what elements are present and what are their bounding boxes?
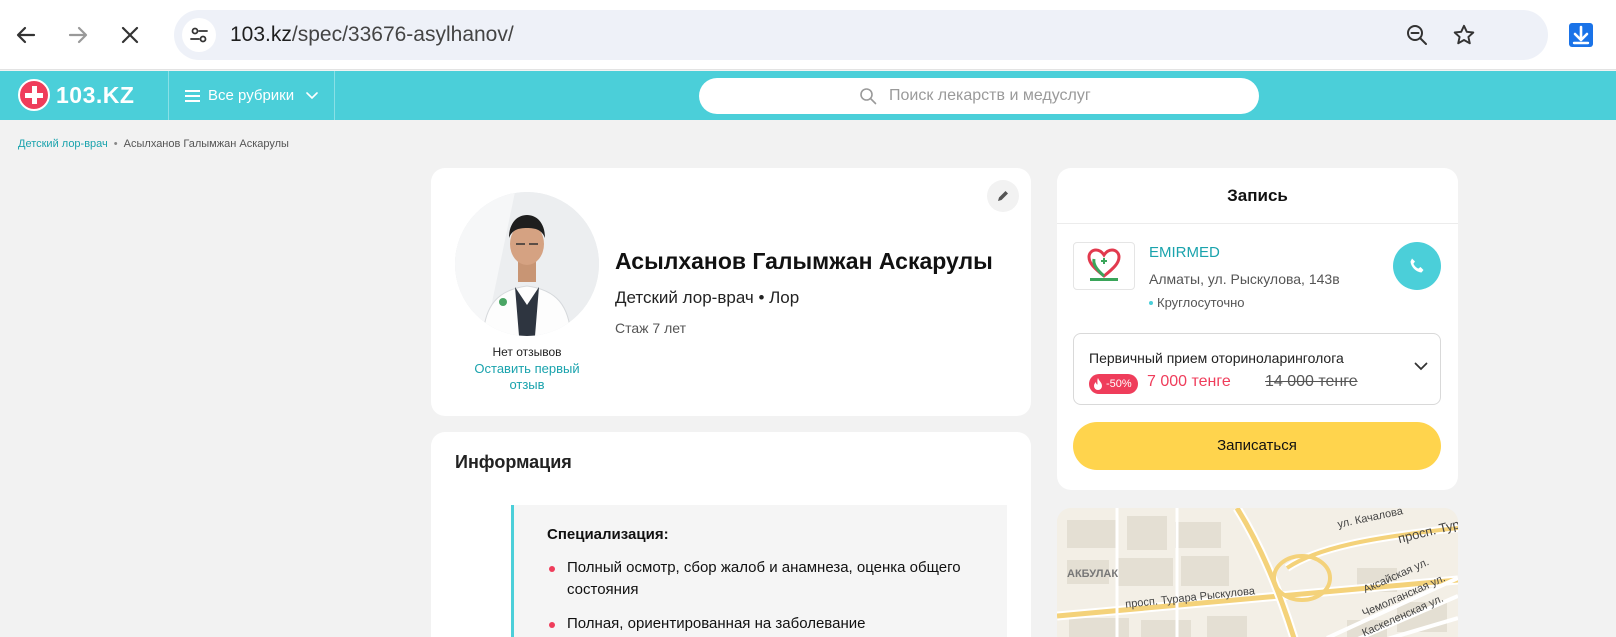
search-input[interactable]: Поиск лекарств и медуслуг [699, 78, 1259, 114]
price-new: 7 000 тенге [1147, 373, 1231, 390]
list-item: Полная, ориентированная на заболевание [547, 613, 987, 635]
doctor-profile-card: Асылханов Галымжан Аскарулы Детский лор-… [431, 168, 1031, 416]
discount-badge: -50% [1089, 374, 1138, 394]
service-name: Первичный прием оториноларинголога [1089, 350, 1344, 366]
doctor-specialty: Детский лор-врач • Лор [615, 288, 800, 307]
booking-card: Запись EMIRMED Алматы, ул. Рыскулова, 14… [1057, 168, 1458, 490]
edit-button[interactable] [987, 180, 1019, 212]
rubrics-label: Все рубрики [208, 87, 295, 104]
doctor-avatar [455, 192, 599, 336]
clinic-name-link[interactable]: EMIRMED [1149, 244, 1220, 261]
forward-button[interactable] [60, 17, 96, 53]
search-placeholder: Поиск лекарств и медуслуг [889, 87, 1091, 104]
breadcrumb-separator: • [113, 138, 118, 150]
discount-text: -50% [1106, 378, 1132, 390]
star-icon [1453, 24, 1475, 45]
tune-icon [190, 27, 208, 43]
doctor-name: Асылханов Галымжан Аскарулы [615, 248, 993, 274]
chevron-down-icon [1414, 362, 1428, 371]
breadcrumb-current: Асылханов Галымжан Аскарулы [123, 138, 289, 150]
doctor-experience: Стаж 7 лет [615, 320, 686, 336]
specialization-heading: Специализация: [547, 526, 669, 543]
information-card: Информация Специализация: Полный осмотр,… [431, 432, 1031, 637]
clinic-logo[interactable] [1073, 242, 1135, 290]
search-icon [860, 88, 877, 105]
site-info-button[interactable] [182, 18, 216, 52]
forward-arrow-icon [68, 26, 88, 44]
breadcrumb-link-specialty[interactable]: Детский лор-врач [18, 138, 108, 150]
url-host: 103.kz [230, 23, 292, 46]
all-rubrics-menu[interactable]: Все рубрики [168, 71, 335, 120]
zoom-out-icon [1407, 25, 1427, 45]
list-item: Полный осмотр, сбор жалоб и анамнеза, оц… [547, 557, 987, 601]
breadcrumb: Детский лор-врач • Асылханов Галымжан Аска… [18, 138, 289, 150]
clinic-map[interactable]: ул. Качалова просп. Турар АКБУЛАК просп.… [1057, 508, 1458, 637]
pencil-icon [998, 191, 1008, 201]
reviews-status: Нет отзывов [492, 345, 562, 359]
clinic-address: Алматы, ул. Рыскулова, 143в [1149, 271, 1340, 287]
browser-toolbar: 103.kz/spec/33676-asylhanov/ [0, 0, 1616, 70]
leave-review-link[interactable]: Оставить первый отзыв [461, 361, 593, 393]
logo-text: 103.KZ [56, 81, 135, 108]
site-header: 103.KZ Все рубрики Поиск лекарств и меду… [0, 71, 1616, 120]
bookmark-button[interactable] [1451, 22, 1477, 48]
book-appointment-button[interactable]: Записаться [1073, 422, 1441, 470]
menu-icon [185, 89, 200, 102]
download-icon [1569, 23, 1593, 47]
service-select[interactable]: Первичный прием оториноларинголога -50% … [1073, 333, 1441, 405]
back-button[interactable] [8, 17, 44, 53]
flame-icon [1094, 377, 1102, 390]
site-logo[interactable]: 103.KZ [18, 79, 134, 111]
information-title: Информация [455, 452, 572, 472]
download-button[interactable] [1566, 20, 1596, 50]
url-text: 103.kz/spec/33676-asylhanov/ [230, 23, 514, 47]
url-path: /spec/33676-asylhanov/ [291, 23, 514, 46]
back-arrow-icon [16, 26, 36, 44]
heart-logo-icon [1087, 248, 1121, 281]
close-icon [121, 26, 139, 44]
phone-icon [1410, 258, 1424, 273]
stop-loading-button[interactable] [112, 17, 148, 53]
clinic-hours: Круглосуточно [1149, 295, 1245, 310]
specialization-block: Специализация: Полный осмотр, сбор жалоб… [511, 505, 1007, 637]
chevron-down-icon [306, 91, 318, 99]
map-label: АКБУЛАК [1067, 568, 1119, 580]
medical-cross-icon [18, 79, 50, 111]
booking-title: Запись [1057, 168, 1458, 224]
price-old: 14 000 тенге [1265, 373, 1358, 390]
zoom-button[interactable] [1404, 22, 1430, 48]
address-bar[interactable]: 103.kz/spec/33676-asylhanov/ [174, 10, 1548, 60]
call-button[interactable] [1393, 242, 1441, 290]
specialization-list: Полный осмотр, сбор жалоб и анамнеза, оц… [547, 557, 987, 637]
